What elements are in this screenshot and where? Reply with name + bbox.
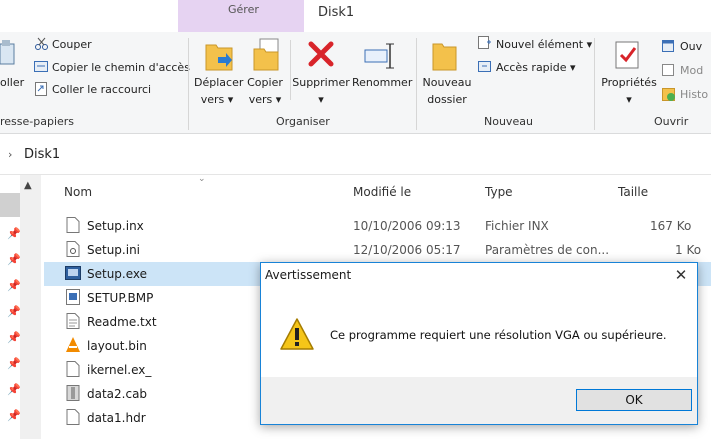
dialog-title: Avertissement xyxy=(265,268,352,282)
copy-path-button[interactable]: Copier le chemin d'accès xyxy=(52,59,190,76)
move-to-label: Déplacer xyxy=(194,76,244,89)
dialog-message: Ce programme requiert une résolution VGA… xyxy=(330,328,667,342)
history-icon xyxy=(662,88,676,105)
file-type: Paramètres de con... xyxy=(485,243,610,257)
easy-access-button[interactable]: Accès rapide ▾ xyxy=(496,59,576,76)
move-to-label-2: vers ▾ xyxy=(200,93,234,106)
vlc-file-icon xyxy=(65,337,81,356)
close-icon[interactable]: ✕ xyxy=(666,263,696,287)
pin-icon: 📌 xyxy=(7,331,21,344)
file-name[interactable]: data1.hdr xyxy=(87,411,146,425)
column-header-type[interactable]: Type xyxy=(485,185,513,199)
paste-shortcut-icon xyxy=(35,82,47,99)
easy-access-icon xyxy=(478,59,492,76)
text-file-icon xyxy=(66,313,80,332)
file-size: 1 Ko xyxy=(675,243,702,257)
ribbon-separator xyxy=(416,38,417,130)
column-header-name[interactable]: Nom xyxy=(64,185,92,199)
delete-button[interactable]: Supprimer ▾ xyxy=(290,74,352,108)
copy-to-label-2: vers ▾ xyxy=(248,93,282,106)
file-name[interactable]: SETUP.BMP xyxy=(87,291,153,305)
new-item-icon xyxy=(478,36,492,53)
delete-label: Supprimer xyxy=(292,76,350,89)
file-modified: 10/10/2006 09:13 xyxy=(353,219,461,233)
nav-selected-item[interactable] xyxy=(0,193,20,217)
cut-button[interactable]: Couper xyxy=(52,36,92,53)
pin-icon: 📌 xyxy=(7,279,21,292)
new-folder-label-2: dossier xyxy=(427,93,467,106)
chevron-down-icon: ▾ xyxy=(626,93,632,106)
ok-button[interactable]: OK xyxy=(576,389,692,411)
pin-icon: 📌 xyxy=(7,357,21,370)
file-inx-icon xyxy=(66,217,80,236)
scroll-up-icon[interactable]: ▲ xyxy=(24,180,32,191)
nav-scrollbar[interactable] xyxy=(20,175,41,439)
clipboard-icon[interactable] xyxy=(0,38,16,66)
properties-button[interactable]: Propriétés ▾ xyxy=(600,74,658,108)
modify-button[interactable]: Mod xyxy=(680,62,703,79)
pin-icon: 📌 xyxy=(7,227,21,240)
new-folder-label: Nouveau xyxy=(422,76,472,89)
pin-icon: 📌 xyxy=(7,409,21,422)
file-size: 167 Ko xyxy=(650,219,692,233)
delete-icon xyxy=(307,40,335,71)
column-header-modified[interactable]: Modifié le xyxy=(353,185,411,199)
new-group-label: Nouveau xyxy=(484,115,533,128)
new-item-button[interactable]: Nouvel élément ▾ xyxy=(496,36,592,53)
paste-shortcut-button[interactable]: Coller le raccourci xyxy=(52,81,151,98)
address-bar[interactable] xyxy=(0,134,711,175)
setup-exe-icon xyxy=(65,265,81,284)
chevron-down-icon: ▾ xyxy=(318,93,324,106)
new-folder-icon xyxy=(432,38,458,75)
open-group-label: Ouvrir xyxy=(654,115,689,128)
properties-label: Propriétés xyxy=(601,76,657,89)
column-header-size[interactable]: Taille xyxy=(618,185,648,199)
rename-icon xyxy=(362,40,398,73)
pin-icon: 📌 xyxy=(7,253,21,266)
file-name[interactable]: Setup.exe xyxy=(87,267,147,281)
move-to-button[interactable]: Déplacer vers ▾ xyxy=(194,74,244,108)
chevron-right-icon[interactable]: › xyxy=(8,148,12,161)
organize-group-label: Organiser xyxy=(276,115,330,128)
pin-icon: 📌 xyxy=(7,305,21,318)
new-folder-button[interactable]: Nouveau dossier xyxy=(422,74,472,108)
clipboard-group-label: resse-papiers xyxy=(0,115,75,128)
file-name[interactable]: Readme.txt xyxy=(87,315,157,329)
file-name[interactable]: Setup.inx xyxy=(87,219,144,233)
file-modified: 12/10/2006 05:17 xyxy=(353,243,461,257)
warning-dialog: Avertissement ✕ Ce programme requiert un… xyxy=(260,262,698,425)
window-title: Disk1 xyxy=(318,5,355,20)
warning-icon xyxy=(279,317,315,354)
move-to-icon xyxy=(204,37,234,76)
paste-button[interactable]: oller xyxy=(0,74,24,91)
file-name[interactable]: ikernel.ex_ xyxy=(87,363,151,377)
copy-to-label: Copier xyxy=(247,76,283,89)
open-button[interactable]: Ouv xyxy=(680,38,702,55)
copy-path-icon xyxy=(34,61,48,75)
file-name[interactable]: data2.cab xyxy=(87,387,147,401)
file-type: Fichier INX xyxy=(485,219,549,233)
cut-icon xyxy=(35,37,48,53)
copy-to-button[interactable]: Copier vers ▾ xyxy=(244,74,286,108)
file-name[interactable]: layout.bin xyxy=(87,339,147,353)
sort-indicator-icon: ⌄ xyxy=(198,174,206,184)
copy-to-icon xyxy=(252,37,282,76)
address-path[interactable]: Disk1 xyxy=(24,147,60,162)
generic-file-icon xyxy=(66,361,80,380)
ribbon-separator xyxy=(188,38,189,130)
file-name[interactable]: Setup.ini xyxy=(87,243,140,257)
properties-icon xyxy=(614,38,642,73)
settings-file-icon xyxy=(66,241,80,260)
open-icon xyxy=(662,40,674,55)
ribbon-separator xyxy=(594,38,595,130)
cabinet-file-icon xyxy=(66,385,80,404)
rename-button[interactable]: Renommer xyxy=(352,74,412,91)
modify-icon xyxy=(662,64,674,79)
pin-icon: 📌 xyxy=(7,383,21,396)
generic-file-icon xyxy=(66,409,80,428)
title-bar xyxy=(0,0,711,32)
history-button[interactable]: Histo xyxy=(680,86,708,103)
tab-manage-label: Gérer xyxy=(228,3,259,16)
bitmap-file-icon xyxy=(66,289,80,308)
